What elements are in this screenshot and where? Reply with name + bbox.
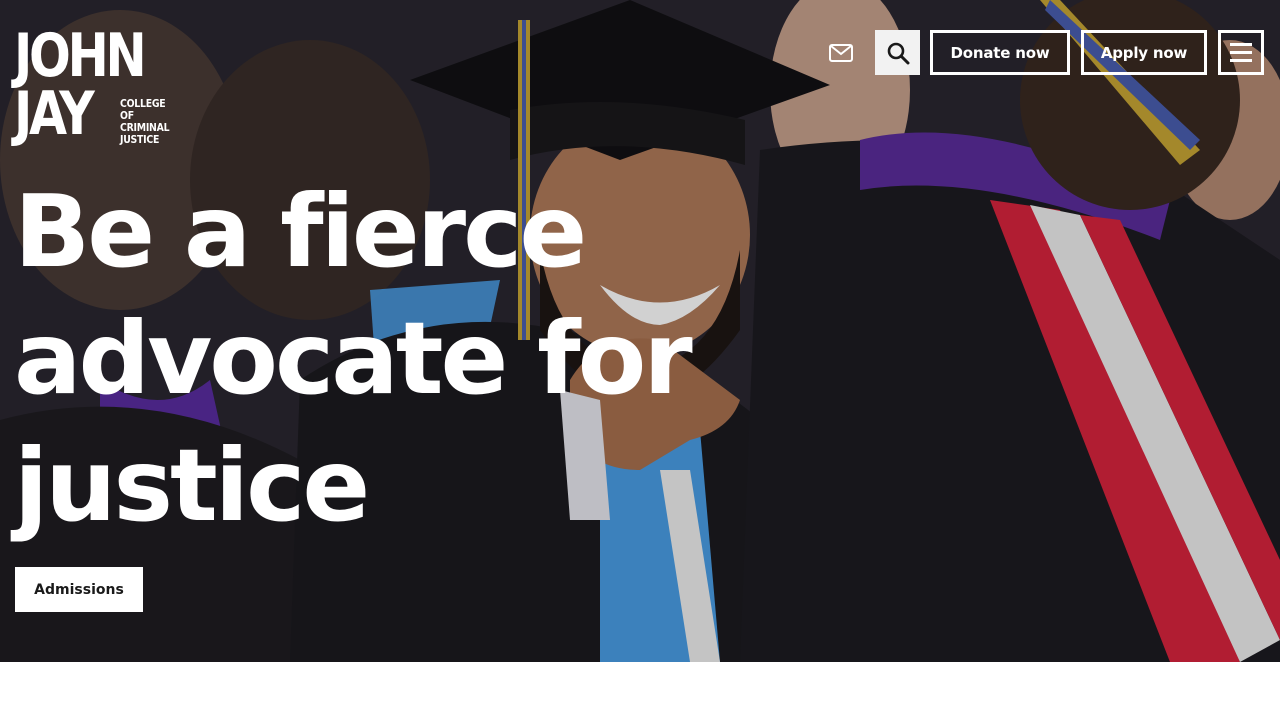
logo-line-john: JOHN <box>14 21 147 91</box>
hero-section: JOHN JAY COLLEGE OF CRIMINAL JUSTICE Don… <box>0 0 1280 662</box>
logo-subtitle: COLLEGE OF CRIMINAL JUSTICE <box>120 98 170 146</box>
logo-line-jay: JAY <box>14 79 95 149</box>
top-navigation: Donate now Apply now <box>818 30 1264 75</box>
hamburger-menu-icon-bar-2 <box>1230 51 1252 54</box>
hamburger-menu-button[interactable] <box>1218 30 1264 75</box>
donate-now-button[interactable]: Donate now <box>930 30 1070 75</box>
hero-headline: Be a fierce advocate for justice <box>14 168 774 549</box>
headline-line-3: justice <box>14 427 370 544</box>
admissions-button[interactable]: Admissions <box>15 567 143 612</box>
headline-line-1: Be a fierce <box>14 173 587 290</box>
hamburger-menu-icon <box>1230 43 1252 46</box>
search-icon <box>887 42 909 64</box>
headline-line-2: advocate for <box>14 300 693 417</box>
apply-now-button[interactable]: Apply now <box>1081 30 1207 75</box>
john-jay-logo[interactable]: JOHN JAY COLLEGE OF CRIMINAL JUSTICE <box>14 21 180 149</box>
hamburger-menu-icon-bar-3 <box>1230 59 1252 62</box>
mail-icon <box>828 43 853 62</box>
logo-sub-justice: JUSTICE <box>120 133 160 146</box>
search-button[interactable] <box>875 30 920 75</box>
mail-button[interactable] <box>818 30 863 75</box>
